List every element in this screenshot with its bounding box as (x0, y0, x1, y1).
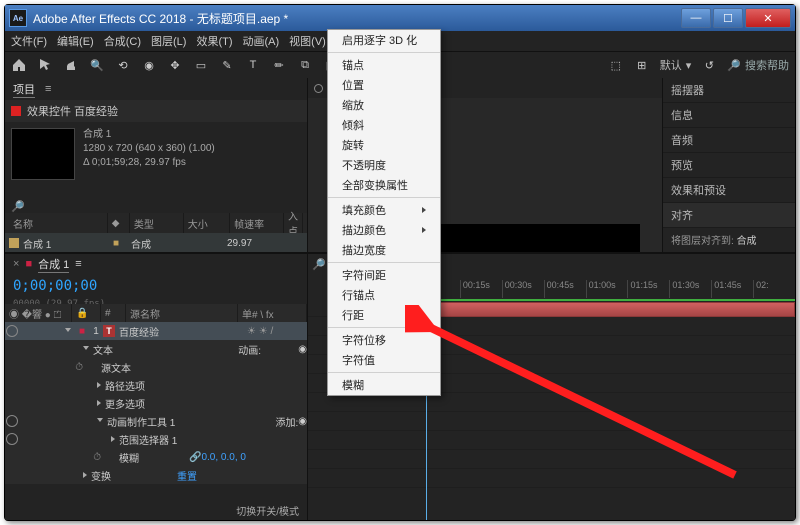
rect-tool-icon[interactable]: ▭ (193, 57, 209, 73)
stopwatch-icon[interactable]: ⏱ (75, 362, 83, 373)
menu-file[interactable]: 文件(F) (11, 33, 47, 49)
reset-icon[interactable]: ↺ (701, 57, 717, 73)
panel-info[interactable]: 信息 (663, 103, 795, 128)
panel-audio[interactable]: 音频 (663, 128, 795, 153)
project-search-icon[interactable]: 🔎 (11, 201, 25, 213)
expand-icon[interactable] (65, 328, 71, 335)
panel-wiggler[interactable]: 摇摆器 (663, 78, 795, 103)
orbit-tool-icon[interactable]: ⟲ (115, 57, 131, 73)
animate-menu-icon[interactable]: ◉ (298, 344, 307, 355)
window-title: Adobe After Effects CC 2018 - 无标题项目.aep … (33, 10, 288, 27)
panel-preview[interactable]: 预览 (663, 153, 795, 178)
workspace-dropdown[interactable]: 默认▾ (660, 57, 692, 73)
grid-icon[interactable]: ⊞ (634, 57, 650, 73)
text-tool-icon[interactable]: T (245, 57, 261, 73)
menu-blur[interactable]: 模糊 (328, 375, 440, 395)
work-area-bar[interactable] (426, 299, 795, 301)
menu-all-transform[interactable]: 全部变换属性 (328, 175, 440, 195)
comp-icon (9, 238, 19, 248)
home-icon[interactable] (11, 57, 27, 73)
maximize-button[interactable]: ☐ (713, 8, 743, 28)
panel-menu-icon[interactable]: ≡ (45, 83, 51, 95)
search-layers-icon[interactable]: 🔎 (312, 258, 326, 271)
menu-position[interactable]: 位置 (328, 75, 440, 95)
pen-tool-icon[interactable]: ✎ (219, 57, 235, 73)
window-titlebar: Ae Adobe After Effects CC 2018 - 无标题项目.a… (5, 5, 795, 31)
menu-line-spacing[interactable]: 行距 (328, 305, 440, 325)
menu-stroke-color[interactable]: 描边颜色 (328, 220, 440, 240)
source-toggle-icon[interactable] (314, 84, 323, 93)
layer-row-1[interactable]: ■ 1 T 百度经验 ☀ ☀ / (5, 322, 307, 340)
prop-more-options[interactable]: 更多选项 (5, 394, 307, 412)
effect-controls-label: 效果控件 百度经验 (27, 103, 118, 119)
menu-opacity[interactable]: 不透明度 (328, 155, 440, 175)
prop-blur[interactable]: ⏱ 模糊 🔗 0.0, 0.0, 0 (5, 448, 307, 466)
project-tab[interactable]: 项目 (13, 81, 35, 98)
comp-metadata: 合成 1 1280 x 720 (640 x 360) (1.00) Δ 0;0… (83, 128, 215, 188)
app-logo: Ae (9, 9, 27, 27)
link-dimensions-icon[interactable]: 🔗 (189, 452, 201, 463)
visibility-toggle-icon[interactable] (6, 325, 18, 337)
timeline-footer: 切换开关/模式 (5, 500, 307, 520)
fx-icon (11, 106, 21, 116)
help-search[interactable]: 🔎搜索帮助 (727, 57, 789, 73)
close-button[interactable]: ✕ (745, 8, 791, 28)
menu-line-anchor[interactable]: 行锚点 (328, 285, 440, 305)
zoom-tool-icon[interactable]: 🔍 (89, 57, 105, 73)
menu-scale[interactable]: 缩放 (328, 95, 440, 115)
prop-text[interactable]: 文本 动画:◉ (5, 340, 307, 358)
add-property-icon[interactable]: ◉ (298, 416, 307, 427)
minimize-button[interactable]: — (681, 8, 711, 28)
menu-char-value[interactable]: 字符值 (328, 350, 440, 370)
timecode[interactable]: 0;00;00;0000000 (29.97 fps) (5, 274, 307, 304)
panel-align[interactable]: 对齐 (663, 203, 795, 228)
rotate-tool-icon[interactable]: ◉ (141, 57, 157, 73)
menu-view[interactable]: 视图(V) (289, 33, 326, 49)
prop-animator-1[interactable]: 动画制作工具 1 添加:◉ (5, 412, 307, 430)
panel-effects-presets[interactable]: 效果和预设 (663, 178, 795, 203)
menu-animation[interactable]: 动画(A) (243, 33, 280, 49)
toggle-switches-modes[interactable]: 切换开关/模式 (236, 503, 299, 518)
comp-color-icon: ■ (25, 258, 32, 270)
align-to-row: 将图层对齐到: 合成 (663, 228, 795, 251)
menu-fill-color[interactable]: 填充颜色 (328, 200, 440, 220)
menu-anchor-point[interactable]: 锚点 (328, 55, 440, 75)
menu-rotation[interactable]: 旋转 (328, 135, 440, 155)
layer-bar[interactable] (426, 302, 795, 317)
menu-stroke-width[interactable]: 描边宽度 (328, 240, 440, 260)
comp-thumbnail[interactable] (11, 128, 75, 180)
text-layer-icon: T (103, 325, 115, 337)
prop-range-selector[interactable]: 范围选择器 1 (5, 430, 307, 448)
selection-tool-icon[interactable] (37, 57, 53, 73)
brush-tool-icon[interactable]: ✏ (271, 57, 287, 73)
snap-icon[interactable]: ⬚ (608, 57, 624, 73)
menu-char-offset[interactable]: 字符位移 (328, 330, 440, 350)
blur-value[interactable]: 0.0, 0.0, 0 (201, 452, 245, 463)
prop-path-options[interactable]: 路径选项 (5, 376, 307, 394)
prop-transform[interactable]: 变换 重置 (5, 466, 307, 484)
layer-columns-header: ◉ �響 ● ⏍ 🔒 # 源名称 单# \ fx (5, 304, 307, 322)
menu-effect[interactable]: 效果(T) (196, 33, 232, 49)
prop-source-text[interactable]: ⏱ 源文本 (5, 358, 307, 376)
menu-layer[interactable]: 图层(L) (151, 33, 186, 49)
project-list-header: 名称 ◆ 类型 大小 帧速率 入点 (5, 213, 307, 233)
menu-edit[interactable]: 编辑(E) (57, 33, 94, 49)
animate-context-menu: 启用逐字 3D 化 锚点 位置 缩放 倾斜 旋转 不透明度 全部变换属性 填充颜… (327, 29, 441, 396)
menu-composition[interactable]: 合成(C) (104, 33, 141, 49)
menu-skew[interactable]: 倾斜 (328, 115, 440, 135)
menu-tracking[interactable]: 字符间距 (328, 265, 440, 285)
anchor-tool-icon[interactable]: ✥ (167, 57, 183, 73)
transform-reset[interactable]: 重置 (177, 468, 197, 483)
clone-tool-icon[interactable]: ⧉ (297, 57, 313, 73)
project-item-row[interactable]: 合成 1 ■ 合成 29.97 (5, 233, 307, 253)
hand-tool-icon[interactable] (63, 57, 79, 73)
stopwatch-icon[interactable]: ⏱ (93, 452, 101, 463)
search-icon: 🔎 (727, 59, 741, 72)
timeline-tab[interactable]: 合成 1 (38, 256, 69, 273)
menu-enable-per-char-3d[interactable]: 启用逐字 3D 化 (328, 30, 440, 50)
effect-controls-row[interactable]: 效果控件 百度经验 (5, 100, 307, 122)
timeline-close-icon[interactable]: × (13, 258, 19, 270)
